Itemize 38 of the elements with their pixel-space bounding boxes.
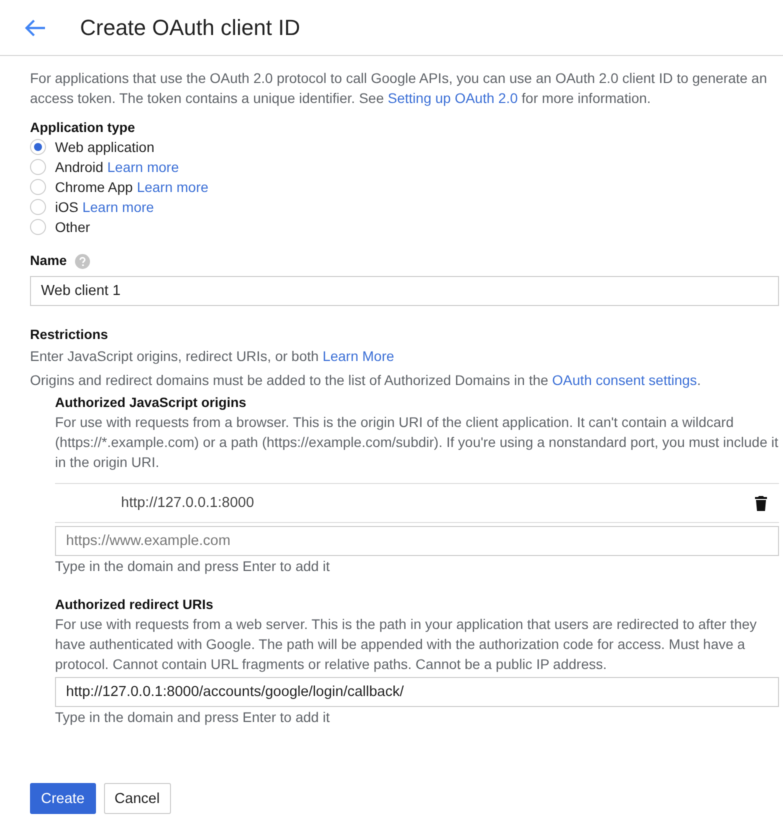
help-icon[interactable]	[74, 254, 90, 268]
page-title: Create OAuth client ID	[80, 14, 300, 40]
option-label: Other	[55, 219, 90, 235]
radio-button[interactable]	[30, 179, 46, 195]
setup-link[interactable]: Setting up OAuth 2.0	[388, 90, 518, 106]
redirects-heading: Authorized redirect URIs	[55, 596, 214, 614]
learn-more-link[interactable]: Learn more	[82, 199, 154, 215]
learn-more-link[interactable]: Learn More	[322, 348, 394, 364]
learn-more-link[interactable]: Learn more	[136, 179, 208, 195]
option-label: Chrome App	[55, 179, 133, 195]
origins-heading: Authorized JavaScript origins	[55, 394, 248, 412]
radio-button[interactable]	[30, 219, 46, 235]
intro-text: For applications that use the OAuth 2.0 protocol to call Google APIs, you can use an OAuth 2.0 client ID to generate an access token. The token contains a unique identifier. See Setting up OAuth 2.0 for more information.	[30, 69, 768, 108]
restrictions-hint: Enter JavaScript origins, redirect URIs, or both Learn More	[30, 347, 396, 366]
origin-field[interactable]: https://www.example.com	[55, 526, 779, 556]
cancel-button[interactable]: Cancel	[104, 783, 171, 814]
create-button[interactable]: Create	[30, 783, 96, 814]
radio-button[interactable]	[30, 139, 46, 155]
consent-settings-link[interactable]: OAuth consent settings	[552, 372, 697, 388]
name-field[interactable]: Web client 1	[30, 276, 779, 306]
restrictions-heading: Restrictions	[30, 326, 110, 344]
back-arrow-icon[interactable]	[24, 18, 46, 36]
origins-description: For use with requests from a browser. This is the origin URI of the client application. It can't contain a wildcard (https://*.example.com) or a path (https://example.com/subdir). If you're using a nonstandard port, you must include it in the origin URI.	[55, 413, 779, 472]
restrictions-note: Origins and redirect domains must be added to the list of Authorized Domains in the OAuth consent settings.	[30, 371, 702, 390]
redirect-field[interactable]: http://127.0.0.1:8000/accounts/google/login/callback/	[55, 677, 779, 707]
field-help: Type in the domain and press Enter to add it	[55, 557, 331, 576]
option-label: Android	[55, 159, 104, 175]
option-label: Web application	[55, 139, 154, 155]
radio-button[interactable]	[30, 159, 46, 175]
option-label: iOS	[55, 199, 78, 215]
application-type-label: Application type	[30, 119, 136, 137]
name-label: Name	[30, 252, 67, 270]
origin-url: http://127.0.0.1:8000	[121, 495, 254, 511]
learn-more-link[interactable]: Learn more	[107, 159, 179, 175]
radio-button[interactable]	[30, 199, 46, 215]
redirects-description: For use with requests from a web server. This is the path in your application that users are redirected to after they have authenticated with Google. The path will be appended with the authorization code for access. Must have a protocol. Cannot contain URL fragments or relative paths. Cannot be a public IP address.	[55, 615, 758, 674]
field-help: Type in the domain and press Enter to add it	[55, 708, 331, 727]
trash-icon[interactable]	[755, 496, 767, 510]
